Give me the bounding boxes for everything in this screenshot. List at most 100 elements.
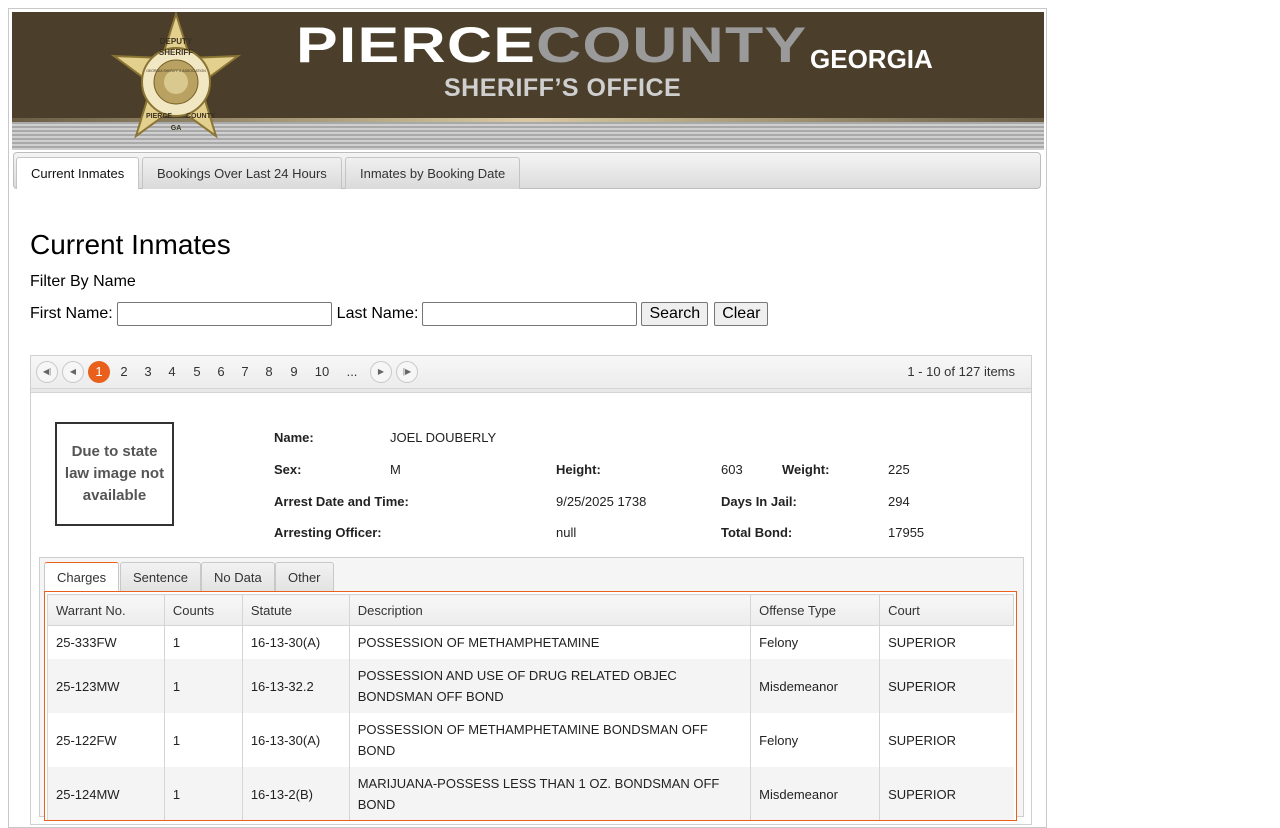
badge-text-center: GA [171,125,182,132]
page-number[interactable]: 8 [258,361,280,383]
statute-cell: 16-13-30(A) [241,625,350,659]
detail-tabstrip: Charges Sentence No Data Other Warrant N… [39,557,1024,821]
site-title-state: GEORGIA [810,44,933,74]
page-number[interactable]: 2 [113,361,135,383]
next-page-icon[interactable]: ▶ [370,361,392,383]
inmate-weight: 225 [888,462,910,477]
page-number[interactable]: 7 [234,361,256,383]
main-tab-bar: Current Inmates Bookings Over Last 24 Ho… [13,152,1041,189]
badge-text-mid: SHERIFF [159,48,193,57]
page-more[interactable]: ... [341,361,363,383]
tab-sentence[interactable]: Sentence [120,562,201,592]
page-container: DEPUTY SHERIFF GEORGIA SHERIFF'S ASSOCIA… [8,8,1047,828]
charges-panel: Warrant No. Counts Statute Description O… [44,591,1017,821]
column-header[interactable]: Court [879,594,1014,626]
arrest-date: 9/25/2025 1738 [556,494,647,509]
page-number[interactable]: 4 [161,361,183,383]
court-cell: SUPERIOR [879,625,1014,659]
page-number[interactable]: 3 [137,361,159,383]
total-bond-label: Total Bond: [721,525,793,540]
tab-inmates-by-booking-date[interactable]: Inmates by Booking Date [345,157,521,189]
sex-label: Sex: [274,462,302,477]
last-page-icon[interactable]: |▶ [396,361,418,383]
counts-cell: 1 [163,659,243,713]
charges-table: Warrant No. Counts Statute Description O… [47,594,1014,820]
counts-cell: 1 [163,713,243,767]
page-number[interactable]: 1 [88,361,110,383]
clear-button[interactable]: Clear [714,302,769,326]
site-title-county: COUNTY [536,17,808,73]
arresting-officer: null [556,525,577,540]
first-name-input[interactable] [116,302,332,326]
filter-heading: Filter By Name [30,273,136,290]
weight-label: Weight: [782,462,830,477]
last-name-input[interactable] [422,302,638,326]
description-cell: POSSESSION OF METHAMPHETAMINE BONDSMAN O… [348,713,751,767]
tab-other[interactable]: Other [275,562,334,592]
inmate-name: JOEL DOUBERLY [390,430,497,445]
first-page-icon[interactable]: ◀​| [36,361,58,383]
warrant-cell: 25-124MW [47,767,165,820]
page-number[interactable]: 6 [210,361,232,383]
tab-charges[interactable]: Charges [44,562,120,592]
pager-divider [31,389,1031,393]
inmate-grid: ◀​| ◀ 1 2 3 4 5 6 7 8 9 10 ... ▶ |▶ 1 - … [30,355,1032,825]
pager: ◀​| ◀ 1 2 3 4 5 6 7 8 9 10 ... ▶ |▶ 1 - … [31,356,1031,389]
warrant-cell: 25-333FW [47,625,165,659]
first-name-label: First Name: [30,305,113,322]
inmate-photo-placeholder: Due to state law image not available [55,422,174,526]
description-cell: POSSESSION AND USE OF DRUG RELATED OBJEC… [348,659,751,713]
offense-type-cell: Felony [750,713,880,767]
page-title: Current Inmates [30,229,231,260]
arrest-date-label: Arrest Date and Time: [274,494,409,509]
name-label: Name: [274,430,314,445]
column-header[interactable]: Warrant No. [47,594,165,626]
badge-text-right: COUNTY [186,113,216,120]
tab-no-data[interactable]: No Data [201,562,275,592]
column-header[interactable]: Statute [241,594,350,626]
counts-cell: 1 [163,625,243,659]
prev-page-icon[interactable]: ◀ [62,361,84,383]
column-header[interactable]: Offense Type [750,594,881,626]
warrant-cell: 25-122FW [47,713,165,767]
court-cell: SUPERIOR [879,767,1014,820]
header-banner: DEPUTY SHERIFF GEORGIA SHERIFF'S ASSOCIA… [12,12,1044,150]
page-number[interactable]: 9 [283,361,305,383]
offense-type-cell: Misdemeanor [750,659,880,713]
column-header[interactable]: Description [348,594,752,626]
charges-header-row: Warrant No. Counts Statute Description O… [47,594,1014,626]
column-header[interactable]: Counts [163,594,243,626]
warrant-cell: 25-123MW [47,659,165,713]
description-cell: POSSESSION OF METHAMPHETAMINE [348,625,751,659]
counts-cell: 1 [163,767,243,820]
tab-current-inmates[interactable]: Current Inmates [16,157,140,189]
days-in-jail-label: Days In Jail: [721,494,797,509]
badge-text-top: DEPUTY [160,37,193,46]
total-bond: 17955 [888,525,925,540]
table-row[interactable]: 25-333FW 1 16-13-30(A) POSSESSION OF MET… [47,625,1014,659]
tab-bookings-24-hours[interactable]: Bookings Over Last 24 Hours [142,157,342,189]
badge-text-left: PIERCE [146,113,172,120]
badge-text-ring: GEORGIA SHERIFF'S ASSOCIATION [146,69,206,73]
search-button[interactable]: Search [641,302,709,326]
table-row[interactable]: 25-123MW 1 16-13-32.2 POSSESSION AND USE… [47,659,1014,713]
statute-cell: 16-13-30(A) [241,713,350,767]
offense-type-cell: Misdemeanor [750,767,880,820]
last-name-label: Last Name: [336,305,419,322]
site-title-pierce: PIERCE [296,17,537,73]
court-cell: SUPERIOR [879,659,1014,713]
height-label: Height: [556,462,601,477]
statute-cell: 16-13-32.2 [241,659,350,713]
table-row[interactable]: 25-124MW 1 16-13-2(B) MARIJUANA-POSSESS … [47,767,1014,820]
sheriff-star-badge-icon: DEPUTY SHERIFF GEORGIA SHERIFF'S ASSOCIA… [110,12,242,139]
pager-info: 1 - 10 of 127 items [907,364,1015,379]
page-number[interactable]: 5 [186,361,208,383]
court-cell: SUPERIOR [879,713,1014,767]
description-cell: MARIJUANA-POSSESS LESS THAN 1 OZ. BONDSM… [348,767,751,820]
name-filter-form: First Name: Last Name: Search Clear [30,302,769,326]
arresting-officer-label: Arresting Officer: [274,525,382,540]
days-in-jail: 294 [888,494,910,509]
page-number[interactable]: 10 [309,361,335,383]
inmate-sex: M [390,462,401,477]
table-row[interactable]: 25-122FW 1 16-13-30(A) POSSESSION OF MET… [47,713,1014,767]
